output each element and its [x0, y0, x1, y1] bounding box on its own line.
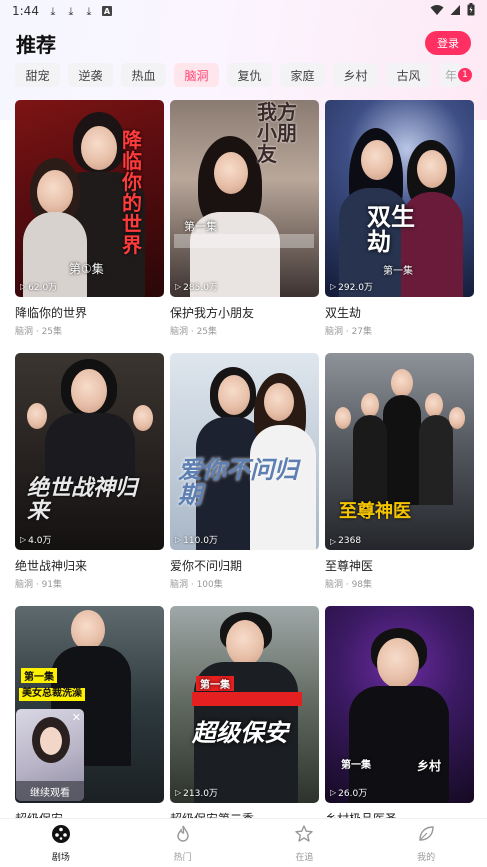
play-count: ▷ 292.0万 — [330, 282, 373, 293]
drama-card[interactable]: 至尊神医 ▷ 2368 至尊神医 脑洞 · 98集 — [325, 353, 474, 606]
poster-title-text: 降临你的世界 — [122, 128, 142, 257]
flame-icon — [173, 824, 193, 848]
tab-category-active[interactable]: 脑洞 — [174, 63, 219, 87]
nav-label: 热门 — [173, 852, 192, 863]
play-icon: ▷ — [175, 535, 182, 544]
poster-image: 第一集 乡村 ▷ 26.0万 — [325, 606, 474, 803]
drama-title: 降临你的世界 — [15, 306, 88, 320]
drama-meta: 脑洞 · 27集 — [325, 327, 373, 337]
bottom-nav: 剧场 热门 在追 我的 — [0, 818, 487, 867]
play-count: ▷ 26.0万 — [330, 788, 368, 799]
episode-label: 第①集 — [69, 262, 104, 276]
nav-mine[interactable]: 我的 — [365, 819, 487, 867]
drama-card[interactable]: 绝世战神归来 ▷ 4.0万 绝世战神归来 脑洞 · 91集 — [15, 353, 164, 606]
play-count: ▷ 2368 — [330, 536, 362, 546]
battery-icon — [467, 3, 475, 19]
poster-title-text: 爱你不问归期 — [178, 455, 298, 510]
drama-title: 至尊神医 — [325, 559, 374, 573]
leaf-icon — [416, 824, 436, 848]
nav-label: 我的 — [417, 852, 436, 863]
tab-category[interactable]: 热血 — [121, 63, 166, 87]
continue-watching-button[interactable]: 继续观看 — [16, 781, 84, 801]
drama-card[interactable]: 双生劫 第一集 ▷ 292.0万 双生劫 脑洞 · 27集 — [325, 100, 474, 353]
poster-image: 降临你的世界 第①集 ▷ 62.0万 — [15, 100, 164, 297]
episode-label: 第一集 — [21, 668, 57, 683]
download-icon: ⤓ — [68, 4, 74, 18]
episode-label: 第一集 — [184, 220, 217, 233]
status-time: 1:44 — [12, 4, 39, 18]
drama-meta: 脑洞 · 25集 — [170, 327, 218, 337]
nav-hot[interactable]: 热门 — [122, 819, 244, 867]
a-notification-icon: A — [101, 6, 112, 16]
play-icon: ▷ — [330, 788, 337, 797]
poster-title-text: 美女总裁洗澡 — [19, 688, 85, 701]
play-icon: ▷ — [175, 788, 182, 797]
login-button[interactable]: 登录 — [425, 31, 471, 55]
play-count: ▷ 285.0万 — [175, 282, 218, 293]
poster-title-text: 超级保安 — [192, 718, 288, 747]
tab-category[interactable]: 家庭 — [280, 63, 325, 87]
nav-label: 在追 — [295, 852, 314, 863]
tab-category[interactable]: 逆袭 — [68, 63, 113, 87]
poster-title-text: 绝世战神归来 — [27, 475, 138, 525]
play-count: ▷ 110.0万 — [175, 535, 218, 546]
poster-image: 第一集 超级保安 ▷ 213.0万 — [170, 606, 319, 803]
drama-card[interactable]: 爱你不问归期 ▷ 110.0万 爱你不问归期 脑洞 · 100集 — [170, 353, 319, 606]
drama-title: 爱你不问归期 — [170, 559, 243, 573]
nav-following[interactable]: 在追 — [244, 819, 366, 867]
poster-title-text: 乡村 — [417, 759, 442, 773]
episode-label: 第一集 — [341, 760, 371, 771]
download-icon: ⤓ — [86, 4, 92, 18]
play-icon: ▷ — [175, 282, 182, 291]
drama-card[interactable]: 降临你的世界 第①集 ▷ 62.0万 降临你的世界 脑洞 · 25集 — [15, 100, 164, 353]
drama-title: 保护我方小朋友 — [170, 306, 255, 320]
drama-meta: 脑洞 · 100集 — [170, 580, 223, 590]
category-tabs: 甜宠 逆袭 热血 脑洞 复仇 家庭 乡村 古风 年 — [15, 63, 473, 87]
play-count: ▷ 213.0万 — [175, 788, 218, 799]
poster-title-text: 至尊神医 — [339, 501, 411, 522]
poster-image: 爱你不问归期 ▷ 110.0万 — [170, 353, 319, 550]
episode-label: 第一集 — [383, 266, 413, 277]
play-icon: ▷ — [330, 536, 337, 546]
tab-category[interactable]: 甜宠 — [15, 63, 60, 87]
star-icon — [294, 824, 314, 848]
drama-card[interactable]: 我方小朋友 第一集 ▷ 285.0万 保护我方小朋友 脑洞 · 25集 — [170, 100, 319, 353]
continue-watching-card[interactable]: ✕ 继续观看 — [16, 709, 84, 801]
poster-image: 至尊神医 ▷ 2368 — [325, 353, 474, 550]
drama-meta: 脑洞 · 98集 — [325, 580, 373, 590]
film-reel-icon — [51, 824, 71, 848]
poster-image: 绝世战神归来 ▷ 4.0万 — [15, 353, 164, 550]
poster-image: 双生劫 第一集 ▷ 292.0万 — [325, 100, 474, 297]
drama-title: 绝世战神归来 — [15, 559, 88, 573]
play-icon: ▷ — [20, 282, 27, 291]
play-icon: ▷ — [330, 282, 337, 291]
header: 推荐 登录 — [16, 28, 471, 58]
drama-meta: 脑洞 · 25集 — [15, 327, 63, 337]
tab-category[interactable]: 古风 — [386, 63, 431, 87]
status-bar: 1:44 ⤓ ⤓ ⤓ A — [0, 0, 487, 22]
wifi-icon — [430, 4, 444, 19]
nav-label: 剧场 — [51, 852, 70, 863]
poster-title-text: 双生劫 — [367, 202, 415, 257]
play-count: ▷ 4.0万 — [20, 535, 52, 546]
download-icon: ⤓ — [50, 4, 56, 18]
play-icon: ▷ — [20, 535, 27, 544]
close-icon[interactable]: ✕ — [72, 711, 81, 724]
signal-icon — [450, 4, 461, 19]
more-categories-badge[interactable]: 1 — [458, 68, 472, 82]
tab-category[interactable]: 复仇 — [227, 63, 272, 87]
tab-category[interactable]: 乡村 — [333, 63, 378, 87]
nav-theater[interactable]: 剧场 — [0, 819, 122, 867]
drama-title: 双生劫 — [325, 306, 362, 320]
poster-title-text: 我方小朋友 — [257, 100, 297, 166]
drama-meta: 脑洞 · 91集 — [15, 580, 63, 590]
poster-image: 我方小朋友 第一集 ▷ 285.0万 — [170, 100, 319, 297]
play-count: ▷ 62.0万 — [20, 282, 58, 293]
page-title: 推荐 — [16, 32, 56, 57]
episode-label: 第一集 — [196, 676, 234, 691]
